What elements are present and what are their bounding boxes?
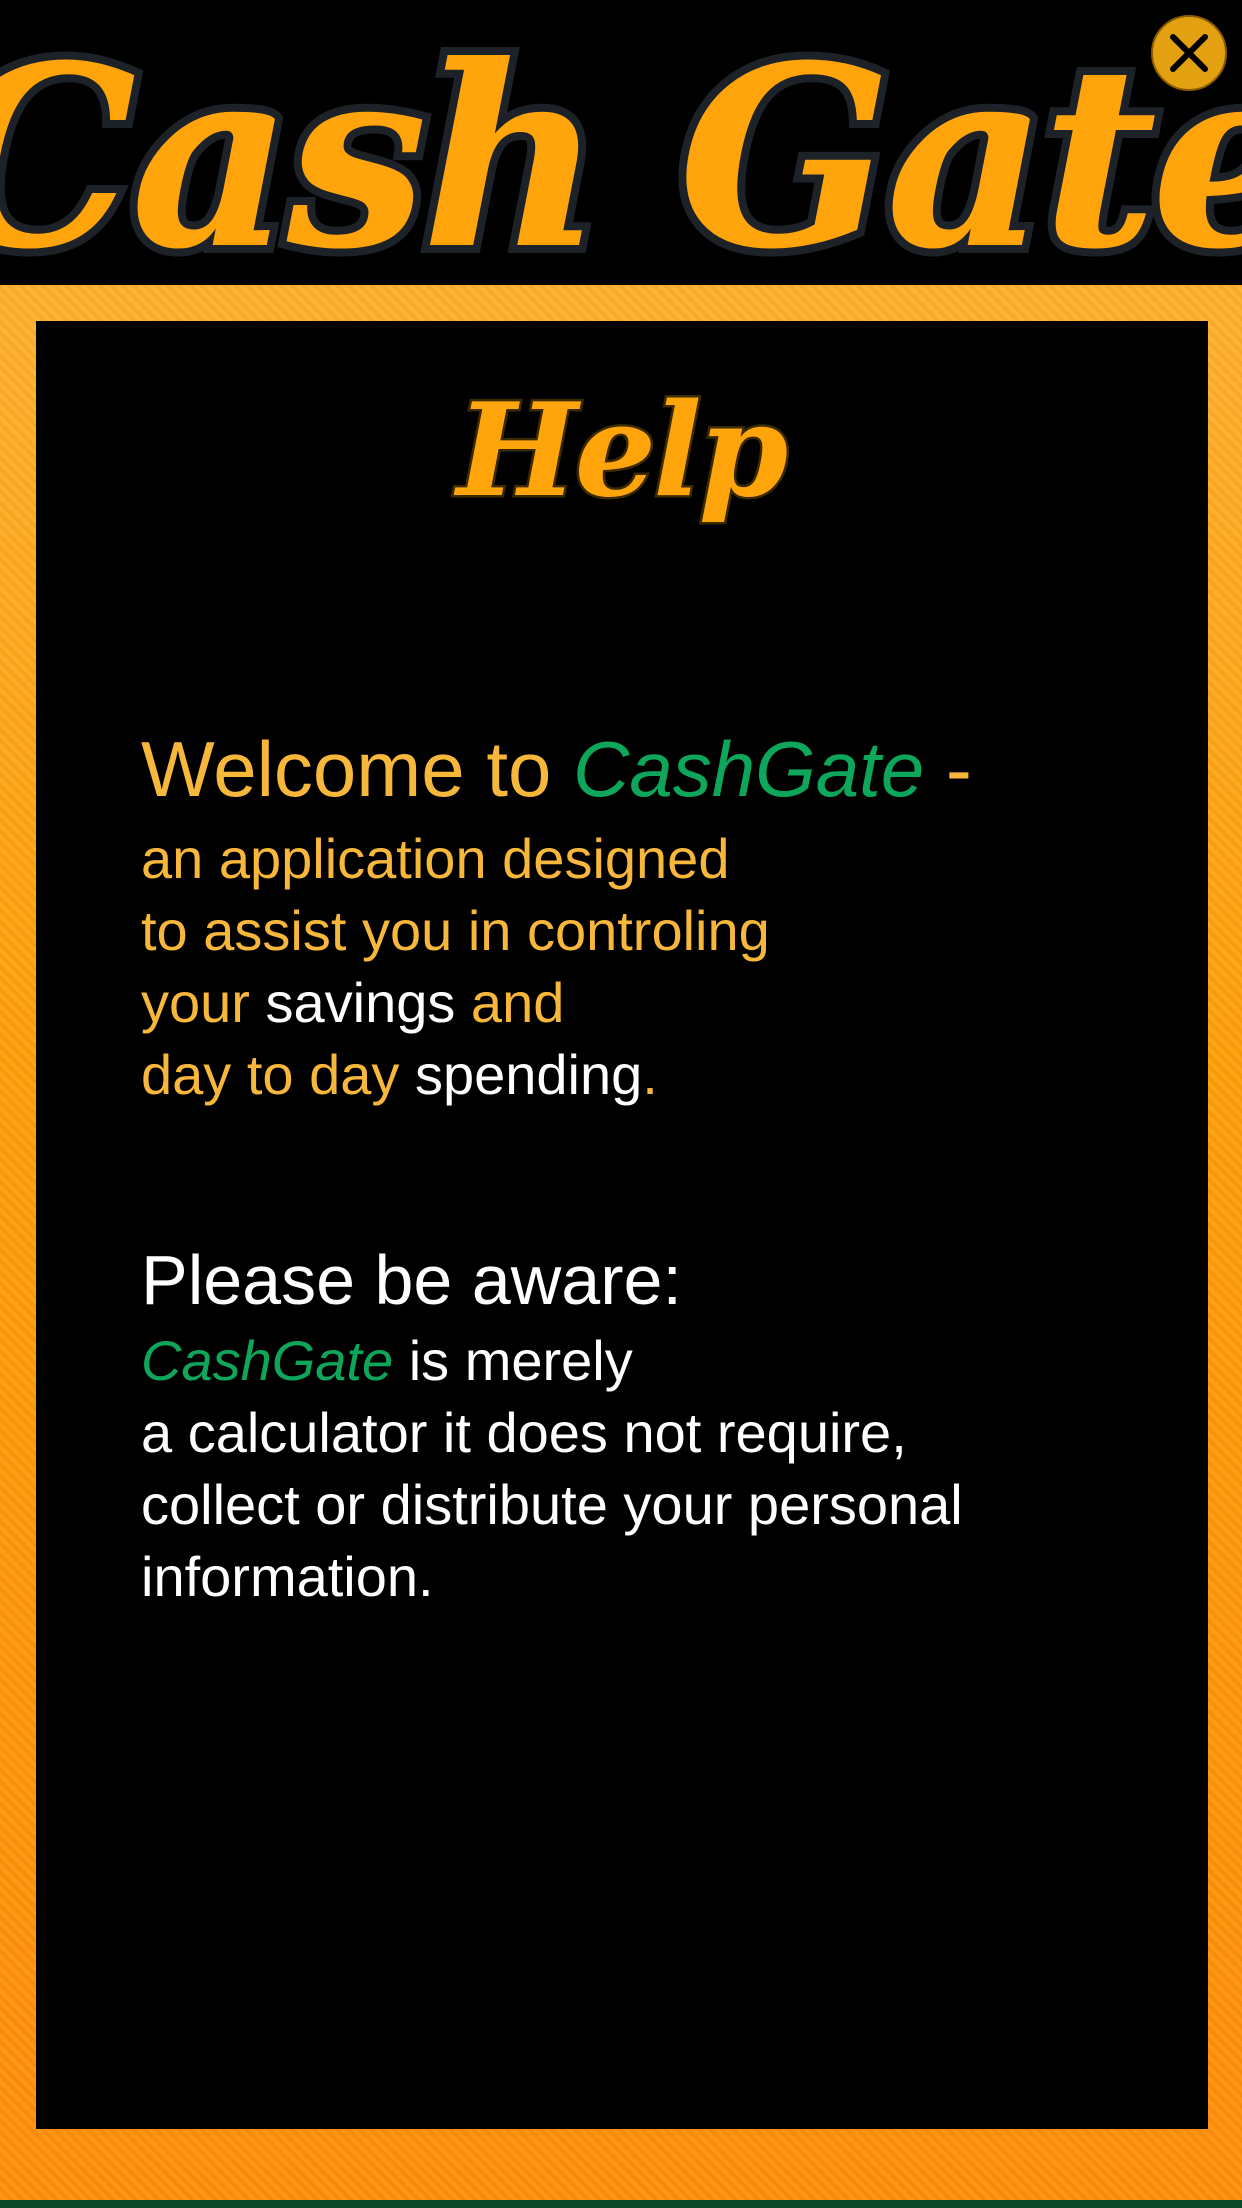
aware-line-3: collect or distribute your personal <box>141 1473 963 1536</box>
welcome-line-4: day to day spending. <box>141 1039 1141 1111</box>
help-content: Welcome to CashGate - an application des… <box>141 715 1141 1613</box>
aware-line-4: information. <box>141 1545 434 1608</box>
logo-text: Cash Gate <box>0 10 1242 304</box>
welcome-line-3-a: your <box>141 971 266 1034</box>
welcome-line-2: to assist you in controling <box>141 899 770 962</box>
welcome-line-1: an application designed <box>141 827 730 890</box>
brand-name: CashGate <box>573 725 925 813</box>
welcome-line-4-b: spending <box>414 1043 643 1106</box>
welcome-line-3: your savings and <box>141 967 1141 1039</box>
welcome-prefix: Welcome to <box>141 725 574 813</box>
aware-line-2: a calculator it does not require, <box>141 1401 907 1464</box>
aware-line-1: CashGate is merely <box>141 1325 1141 1397</box>
close-icon <box>1170 34 1208 72</box>
help-heading: Help <box>400 355 842 555</box>
welcome-line-3-b: savings <box>265 971 456 1034</box>
aware-title: Please be aware: <box>141 1241 682 1319</box>
help-screen: Cash Gate Help Welcome to CashGate - an … <box>0 0 1242 2208</box>
bottom-strip <box>0 2200 1242 2208</box>
close-button[interactable] <box>1151 15 1227 91</box>
help-heading-text: Help <box>454 376 787 526</box>
aware-line-1-rest: is merely <box>393 1329 633 1392</box>
welcome-line-3-c: and <box>455 971 565 1034</box>
welcome-dash: - <box>924 725 972 813</box>
welcome-line-4-a: day to day <box>141 1043 415 1106</box>
aware-body: CashGate is merely a calculator it does … <box>141 1325 1141 1613</box>
aware-brand: CashGate <box>141 1329 394 1392</box>
welcome-title: Welcome to CashGate - <box>141 715 1141 823</box>
app-logo: Cash Gate <box>0 0 1242 360</box>
welcome-line-4-c: . <box>642 1043 658 1106</box>
